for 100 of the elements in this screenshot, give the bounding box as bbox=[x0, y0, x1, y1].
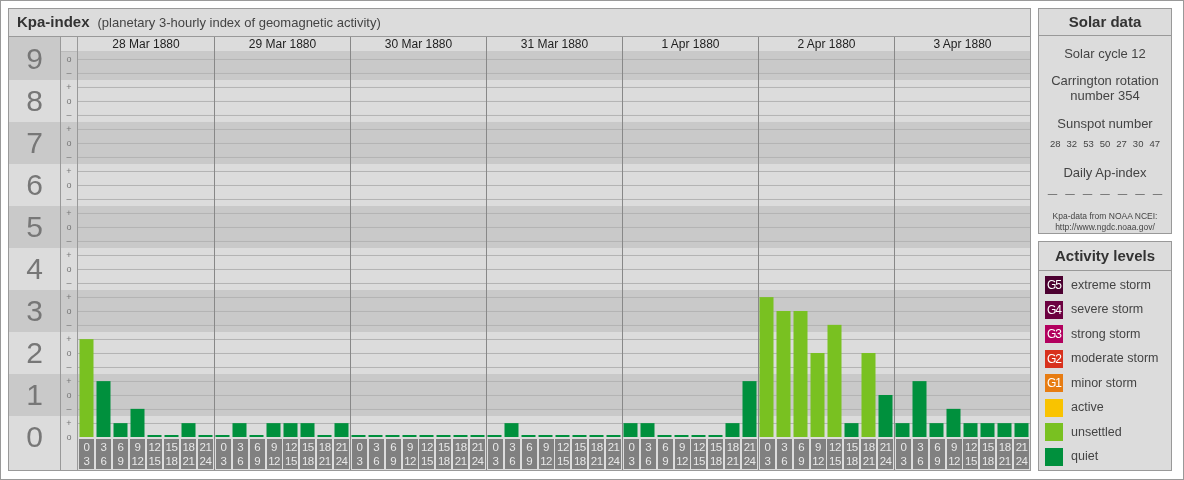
time-slot-label: 21 24 bbox=[606, 439, 622, 469]
time-slot-label: 6 9 bbox=[929, 439, 945, 469]
kp-bar bbox=[844, 423, 859, 437]
sunspot-value: 30 bbox=[1132, 137, 1144, 151]
sunspot-value: 28 bbox=[1049, 137, 1061, 151]
kp-bar bbox=[623, 423, 638, 437]
time-slot-label: 3 6 bbox=[640, 439, 656, 469]
time-slot-label: 3 6 bbox=[776, 439, 792, 469]
kp-bar bbox=[334, 423, 349, 437]
color-swatch: G3 bbox=[1045, 325, 1063, 343]
date-label: 28 Mar 1880 bbox=[112, 38, 180, 50]
kp-bar bbox=[980, 423, 995, 437]
time-slot-label: 12 15 bbox=[147, 439, 162, 469]
data-source-note: Kpa-data from NOAA NCEI: http://www.ngdc.noaa.gov/ bbox=[1051, 211, 1159, 233]
kp-bar bbox=[1014, 423, 1029, 437]
kp-bar bbox=[878, 395, 893, 437]
kp-bar bbox=[96, 381, 111, 437]
color-swatch: G2 bbox=[1045, 349, 1063, 368]
date-label: 1 Apr 1880 bbox=[661, 38, 720, 50]
scale-mark: + bbox=[66, 82, 72, 92]
scale-mark: – bbox=[66, 236, 72, 246]
scale-mark: o bbox=[66, 432, 72, 442]
time-slot-label: 18 21 bbox=[181, 439, 196, 469]
kp-bar bbox=[963, 423, 978, 437]
solar-cycle: Solar cycle 12 bbox=[1064, 45, 1146, 63]
scale-mark: o bbox=[66, 54, 72, 64]
sunspot-value: 53 bbox=[1083, 137, 1094, 151]
ap-index-value: — bbox=[1065, 186, 1075, 201]
kp-bar bbox=[946, 408, 961, 437]
time-slot-label: 12 15 bbox=[555, 439, 571, 469]
scale-mark: – bbox=[66, 110, 72, 120]
scale-mark: + bbox=[66, 292, 72, 302]
scale-mark: – bbox=[66, 152, 72, 162]
sunspot-heading: Sunspot number bbox=[1057, 114, 1153, 133]
time-slot-label: 3 6 bbox=[912, 439, 928, 469]
scale-mark: o bbox=[66, 96, 72, 106]
y-axis-tick-label: 9 bbox=[26, 43, 43, 74]
scale-mark: + bbox=[66, 334, 72, 344]
time-slot-label: 15 18 bbox=[572, 439, 588, 469]
color-swatch: G1 bbox=[1045, 374, 1063, 392]
scale-mark: – bbox=[66, 404, 72, 414]
sunspot-value: 50 bbox=[1099, 137, 1111, 151]
time-slot-label: 18 21 bbox=[317, 439, 333, 469]
time-slot-label: 15 18 bbox=[164, 439, 179, 469]
time-slot-label: 3 6 bbox=[96, 439, 111, 469]
time-slot-label: 3 6 bbox=[232, 439, 248, 469]
y-axis-tick-label: 4 bbox=[26, 254, 43, 284]
scale-mark: + bbox=[66, 376, 72, 386]
y-axis-tick-label: 2 bbox=[26, 338, 43, 368]
sunspot-value: 32 bbox=[1066, 137, 1078, 151]
scale-mark: o bbox=[66, 390, 72, 400]
y-axis-tick-label: 1 bbox=[26, 380, 43, 410]
kp-bar bbox=[181, 423, 196, 437]
time-slot-label: 6 9 bbox=[113, 439, 128, 469]
y-axis-tick-label: 7 bbox=[26, 128, 43, 158]
y-axis-tick-label: 8 bbox=[26, 86, 43, 116]
date-label: 30 Mar 1880 bbox=[384, 38, 453, 50]
time-slot-label: 15 18 bbox=[708, 439, 724, 469]
time-slot-label: 6 9 bbox=[249, 439, 265, 469]
scale-mark: o bbox=[66, 180, 72, 190]
legend-label: unsettled bbox=[1071, 423, 1122, 441]
time-slot-label: 18 21 bbox=[997, 439, 1013, 469]
ap-index-value: — bbox=[1047, 186, 1058, 201]
scale-mark: + bbox=[66, 208, 72, 218]
time-slot-label: 6 9 bbox=[521, 439, 537, 469]
legend-label: active bbox=[1071, 399, 1104, 417]
scale-mark: – bbox=[66, 320, 72, 330]
scale-mark: o bbox=[66, 306, 72, 316]
color-swatch: G4 bbox=[1045, 300, 1063, 319]
time-slot-label: 0 3 bbox=[759, 439, 775, 469]
time-slot-label: 6 9 bbox=[793, 439, 809, 469]
legend-label: moderate storm bbox=[1071, 350, 1159, 368]
time-slot-label: 15 18 bbox=[436, 439, 452, 469]
ap-index-value: — bbox=[1135, 186, 1145, 201]
time-slot-label: 21 24 bbox=[1014, 439, 1030, 469]
scale-mark: + bbox=[66, 166, 72, 176]
date-label: 3 Apr 1880 bbox=[933, 38, 992, 50]
date-label: 29 Mar 1880 bbox=[248, 38, 317, 50]
time-slot-label: 15 18 bbox=[844, 439, 860, 469]
time-slot-label: 15 18 bbox=[980, 439, 996, 469]
color-swatch: G5 bbox=[1045, 276, 1063, 294]
legend-label: extreme storm bbox=[1071, 276, 1151, 294]
kp-bar bbox=[725, 423, 740, 437]
sunspot-value: 47 bbox=[1149, 137, 1160, 151]
kp-bar bbox=[232, 423, 247, 437]
kp-bar bbox=[742, 381, 757, 437]
time-slot-label: 0 3 bbox=[895, 439, 911, 469]
time-slot-label: 12 15 bbox=[827, 439, 843, 469]
scale-mark: – bbox=[66, 68, 72, 78]
time-slot-label: 12 15 bbox=[691, 439, 707, 469]
ap-index-value: — bbox=[1082, 186, 1093, 201]
time-slot-label: 0 3 bbox=[487, 439, 503, 469]
time-slot-label: 18 21 bbox=[861, 439, 877, 469]
kp-bar bbox=[895, 423, 910, 437]
time-slot-label: 9 12 bbox=[674, 439, 690, 469]
ap-index-heading: Daily Ap-index bbox=[1063, 164, 1147, 183]
time-slot-label: 0 3 bbox=[351, 439, 367, 469]
scale-mark: – bbox=[66, 194, 72, 204]
date-label: 31 Mar 1880 bbox=[520, 38, 589, 50]
scale-mark: + bbox=[66, 250, 72, 260]
